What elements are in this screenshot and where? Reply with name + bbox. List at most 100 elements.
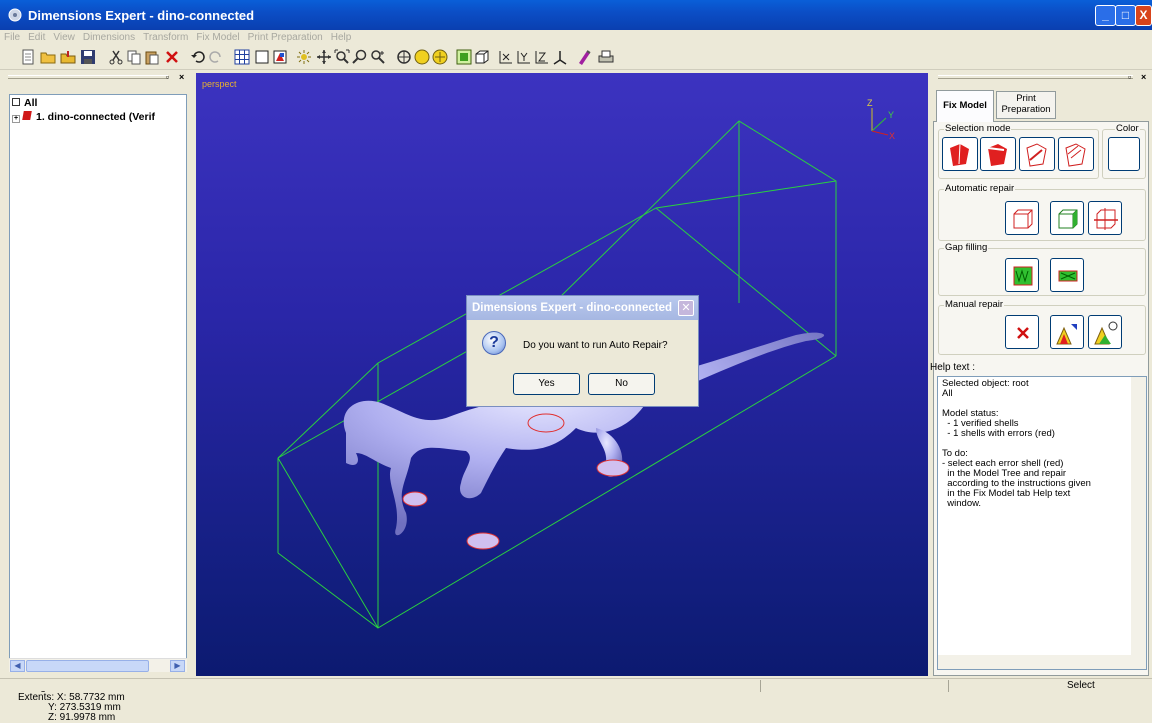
cut-plane-repair-button[interactable] [1088, 201, 1122, 235]
title-bar: Dimensions Expert - dino-connected _ □ X [0, 0, 1152, 30]
add-triangle-button[interactable] [1050, 315, 1084, 349]
paint-icon[interactable] [576, 49, 592, 65]
toolbar [0, 45, 1152, 70]
tab-print-preparation[interactable]: Print Preparation [996, 91, 1056, 119]
fill-gap-button[interactable] [1005, 258, 1039, 292]
help-text-box[interactable]: Selected object: root All Model status: - … [937, 376, 1147, 670]
print-icon[interactable] [598, 49, 614, 65]
cube-view-icon[interactable] [474, 49, 490, 65]
help-horizontal-scrollbar[interactable] [938, 655, 1132, 669]
shell-red-icon [22, 111, 32, 120]
help-line: window. [942, 498, 982, 509]
expand-icon[interactable]: + [12, 115, 20, 123]
menu-bar: File Edit View Dimensions Transform Fix Model… [0, 30, 1152, 45]
view-y-icon[interactable] [516, 49, 532, 65]
automatic-repair-group: Automatic repair [938, 183, 1146, 241]
select-shell-button[interactable] [942, 137, 978, 171]
axis-x-label: X [889, 131, 895, 141]
yes-button[interactable]: Yes [513, 373, 580, 395]
sphere-rotate-icon[interactable] [432, 49, 448, 65]
maximize-button[interactable]: □ [1115, 5, 1136, 26]
root-folder-icon [12, 98, 20, 106]
model-tree[interactable]: All +1. dino-connected (Verif [9, 94, 187, 670]
auto-repair-dialog: Dimensions Expert - dino-connected ✕ ? D… [466, 295, 699, 407]
tab-fix-model[interactable]: Fix Model [936, 90, 994, 122]
select-plane-button[interactable] [1058, 137, 1094, 171]
edit-triangle-icon [1094, 321, 1118, 345]
menu-help[interactable]: Help [327, 30, 356, 45]
dialog-close-icon[interactable]: ✕ [678, 300, 694, 316]
model-tree-panel: ▫ × All +1. dino-connected (Verif ◀ ▶ Tr… [0, 70, 193, 723]
delete-icon[interactable] [164, 49, 180, 65]
open-folder-icon[interactable] [40, 49, 56, 65]
pan-icon[interactable] [316, 49, 332, 65]
wireframe-box-icon[interactable] [254, 49, 270, 65]
menu-print-preparation[interactable]: Print Preparation [244, 30, 327, 45]
grid-icon[interactable] [234, 49, 250, 65]
zoom-window-icon[interactable] [370, 49, 386, 65]
surface-select-icon [1026, 143, 1047, 167]
tree-horizontal-scrollbar[interactable]: ◀ ▶ [9, 658, 187, 672]
cut-icon[interactable] [108, 49, 124, 65]
light-icon[interactable] [296, 49, 312, 65]
paste-icon[interactable] [144, 49, 160, 65]
color-swatch-button[interactable] [1108, 137, 1140, 171]
help-text: Selected object: root All Model status: - … [942, 379, 1128, 509]
fill-gap-icon [1013, 266, 1033, 286]
auto-repair-button[interactable] [1005, 201, 1039, 235]
question-icon: ? [482, 331, 506, 355]
rotate-icon[interactable] [396, 49, 412, 65]
select-triangle-button[interactable] [980, 137, 1016, 171]
fill-gap-auto-button[interactable] [1050, 258, 1084, 292]
panel-grip[interactable] [8, 75, 168, 79]
app-icon [8, 8, 22, 22]
manual-repair-group: Manual repair [938, 299, 1146, 355]
menu-fix-model[interactable]: Fix Model [192, 30, 243, 45]
tree-root[interactable]: All [12, 97, 37, 109]
axes-icon[interactable] [552, 49, 568, 65]
shaded-box-icon[interactable] [272, 49, 288, 65]
minimize-button[interactable]: _ [1095, 5, 1116, 26]
tree-item-dino[interactable]: +1. dino-connected (Verif [12, 111, 155, 123]
scroll-right-icon[interactable]: ▶ [170, 660, 185, 672]
sphere-icon[interactable] [414, 49, 430, 65]
view-z-icon[interactable] [534, 49, 550, 65]
help-line [942, 439, 1128, 449]
redo-icon[interactable] [208, 49, 224, 65]
panel-close-icon[interactable]: × [179, 72, 184, 82]
undo-icon[interactable] [190, 49, 206, 65]
edit-triangle-button[interactable] [1088, 315, 1122, 349]
menu-edit[interactable]: Edit [24, 30, 49, 45]
no-button[interactable]: No [588, 373, 655, 395]
scroll-left-icon[interactable]: ◀ [10, 660, 25, 672]
view-x-icon[interactable] [498, 49, 514, 65]
help-line: Selected object: root [942, 378, 1029, 389]
panel-close-icon[interactable]: × [1141, 72, 1146, 82]
new-file-icon[interactable] [20, 49, 36, 65]
auto-repair-green-button[interactable] [1050, 201, 1084, 235]
menu-dimensions[interactable]: Dimensions [79, 30, 139, 45]
close-button[interactable]: X [1135, 5, 1152, 26]
select-surface-button[interactable] [1019, 137, 1055, 171]
help-vertical-scrollbar[interactable] [1131, 377, 1146, 669]
status-bar: Select [0, 678, 1152, 692]
gap-filling-group: Gap filling [938, 242, 1146, 296]
save-icon[interactable] [80, 49, 96, 65]
panel-grip[interactable] [938, 75, 1133, 79]
scroll-thumb[interactable] [26, 660, 149, 672]
menu-view[interactable]: View [49, 30, 79, 45]
axis-z-label: Z [867, 98, 873, 108]
import-icon[interactable] [60, 49, 76, 65]
panel-dock-icon[interactable]: ▫ [1128, 72, 1131, 82]
delete-triangles-button[interactable] [1005, 315, 1039, 349]
shell-select-icon [950, 143, 969, 166]
zoom-icon[interactable] [352, 49, 368, 65]
menu-file[interactable]: File [0, 30, 24, 45]
plane-select-icon [1065, 143, 1086, 167]
panel-dock-icon[interactable]: ▫ [166, 72, 169, 82]
zoom-extents-icon[interactable] [334, 49, 350, 65]
copy-icon[interactable] [126, 49, 142, 65]
delete-icon [1017, 327, 1029, 339]
menu-transform[interactable]: Transform [139, 30, 192, 45]
solid-view-icon[interactable] [456, 49, 472, 65]
